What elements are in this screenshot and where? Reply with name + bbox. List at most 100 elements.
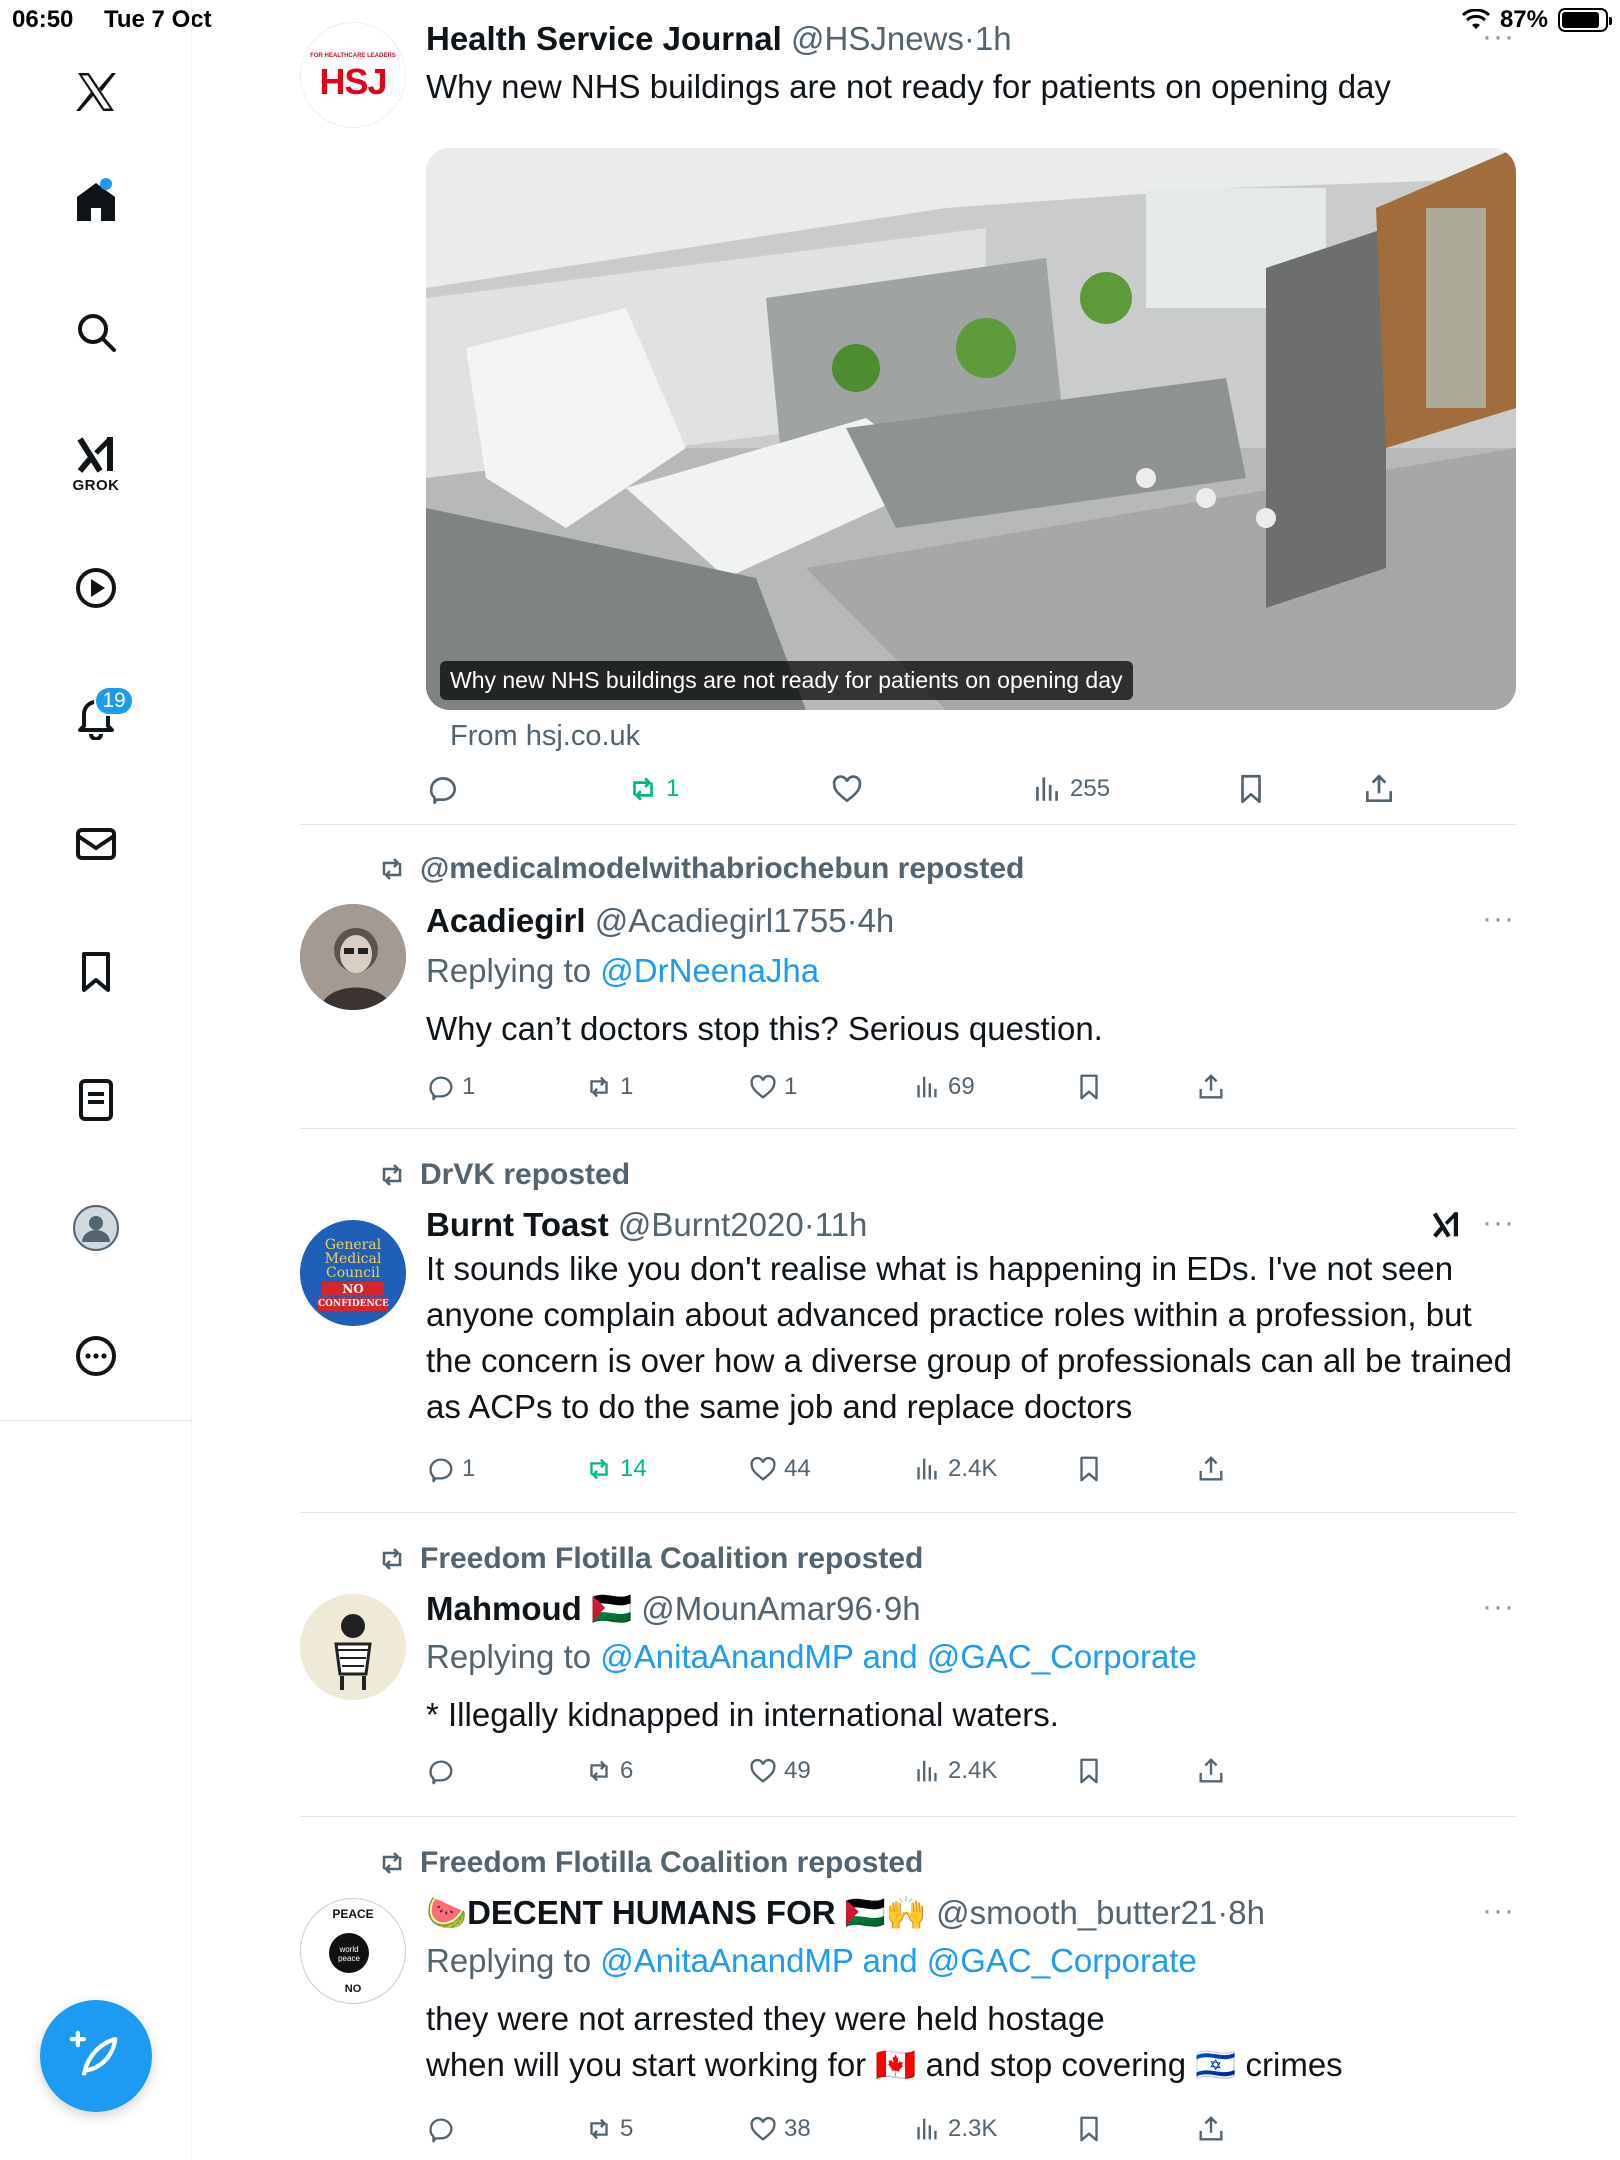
action-bar: 1 1 1 69	[426, 1072, 1286, 1116]
author-handle[interactable]: @smooth_butter21	[936, 1894, 1217, 1931]
like-count: 44	[784, 1455, 811, 1482]
avatar[interactable]	[300, 904, 406, 1010]
views-button[interactable]: 2.4K	[912, 1454, 997, 1484]
post-time: 1h	[974, 20, 1012, 57]
link-card[interactable]: Why new NHS buildings are not ready for …	[426, 148, 1516, 710]
avatar[interactable]: FOR HEALTHCARE LEADERS HSJ	[300, 22, 406, 128]
reply-target-link[interactable]: @AnitaAnandMP and @GAC_Corporate	[600, 1942, 1197, 1979]
sidebar-item-more[interactable]	[56, 1316, 136, 1396]
bookmark-button[interactable]	[1234, 772, 1268, 806]
heart-icon	[750, 2116, 776, 2141]
views-button[interactable]: 255	[1030, 772, 1110, 806]
repost-indicator[interactable]: DrVK reposted	[376, 1158, 630, 1192]
avatar[interactable]	[300, 1594, 406, 1700]
views-button[interactable]: 2.4K	[912, 1756, 997, 1786]
post-burnt-toast[interactable]: General Medical Council NO CONFIDENCE Bu…	[300, 1204, 1515, 1504]
author-name[interactable]: Acadiegirl	[426, 902, 586, 939]
post-acadiegirl[interactable]: Acadiegirl @Acadiegirl1755·4h ··· Replyi…	[300, 900, 1515, 1130]
sidebar-item-grok[interactable]: GROK	[56, 412, 136, 512]
reposted-by: @medicalmodelwithabriochebun reposted	[420, 852, 1025, 885]
x-logo-icon[interactable]	[56, 52, 136, 132]
repost-indicator[interactable]: @medicalmodelwithabriochebun reposted	[376, 852, 1024, 886]
avatar[interactable]: PEACE world peace NO	[300, 1898, 406, 2004]
repost-indicator[interactable]: Freedom Flotilla Coalition reposted	[376, 1542, 923, 1576]
like-button[interactable]: 44	[748, 1454, 811, 1484]
post-time: 8h	[1228, 1894, 1265, 1931]
post-decent-humans[interactable]: PEACE world peace NO 🍉DECENT HUMANS FOR …	[300, 1892, 1515, 2160]
share-button[interactable]	[1196, 1072, 1226, 1102]
bookmark-button[interactable]	[1074, 1756, 1104, 1786]
author-name[interactable]: Burnt Toast	[426, 1206, 609, 1243]
heart-icon	[750, 1456, 776, 1481]
bookmark-icon	[1080, 1456, 1098, 1482]
author-handle[interactable]: @Acadiegirl1755	[595, 902, 847, 939]
author-handle[interactable]: @Burnt2020	[618, 1206, 804, 1243]
divider	[300, 1816, 1515, 1817]
separator: ·	[872, 1590, 884, 1627]
share-button[interactable]	[1196, 1756, 1226, 1786]
author-handle[interactable]: @HSJnews	[791, 20, 964, 57]
share-button[interactable]	[1362, 772, 1396, 806]
repost-count: 1	[620, 1073, 634, 1100]
sidebar-item-messages[interactable]	[56, 804, 136, 884]
bookmark-button[interactable]	[1074, 1454, 1104, 1484]
sidebar-item-notifications[interactable]: 19	[56, 676, 136, 756]
reply-button[interactable]	[426, 772, 466, 806]
reply-target-link[interactable]: @AnitaAnandMP and @GAC_Corporate	[600, 1638, 1197, 1675]
bookmark-button[interactable]	[1074, 2114, 1104, 2144]
sidebar-item-video[interactable]	[56, 548, 136, 628]
reply-button[interactable]: 1	[426, 1072, 475, 1102]
more-options-icon[interactable]: ···	[1482, 1206, 1515, 1240]
hsj-logo-text: HSJ	[319, 61, 387, 102]
reply-button[interactable]: 1	[426, 1454, 475, 1484]
repost-button[interactable]: 5	[584, 2114, 633, 2144]
like-button[interactable]: 1	[748, 1072, 797, 1102]
repost-indicator[interactable]: Freedom Flotilla Coalition reposted	[376, 1846, 923, 1880]
like-button[interactable]	[830, 772, 870, 806]
author-handle[interactable]: @MounAmar96	[641, 1590, 873, 1627]
author-name[interactable]: Health Service Journal	[426, 20, 782, 57]
sidebar-item-bookmarks[interactable]	[56, 932, 136, 1012]
repost-button[interactable]: 1	[626, 772, 679, 806]
share-icon	[1199, 1456, 1223, 1481]
reply-button[interactable]	[426, 1756, 462, 1786]
card-source[interactable]: From hsj.co.uk	[450, 720, 640, 753]
like-button[interactable]: 49	[748, 1756, 811, 1786]
post-header: Acadiegirl @Acadiegirl1755·4h	[426, 900, 1515, 942]
post-mahmoud[interactable]: Mahmoud 🇵🇸 @MounAmar96·9h ··· Replying t…	[300, 1588, 1515, 1814]
more-options-icon[interactable]: ···	[1482, 1590, 1515, 1624]
repost-button[interactable]: 6	[584, 1756, 633, 1786]
compose-button[interactable]	[40, 2000, 152, 2112]
sidebar-item-home[interactable]	[56, 162, 136, 242]
post-content: Acadiegirl @Acadiegirl1755·4h ··· Replyi…	[426, 900, 1515, 1052]
divider	[300, 1128, 1515, 1129]
reply-count: 1	[462, 1455, 476, 1482]
share-button[interactable]	[1196, 2114, 1226, 2144]
author-name[interactable]: 🍉DECENT HUMANS FOR 🇵🇸🙌	[426, 1894, 927, 1931]
separator: ·	[803, 1206, 815, 1243]
grok-explain-icon[interactable]	[1429, 1208, 1463, 1242]
repost-button[interactable]: 1	[584, 1072, 633, 1102]
sidebar-item-profile[interactable]	[56, 1188, 136, 1268]
author-name[interactable]: Mahmoud 🇵🇸	[426, 1590, 632, 1627]
post-header: 🍉DECENT HUMANS FOR 🇵🇸🙌 @smooth_butter21 ·…	[426, 1892, 1515, 1934]
post-hsj[interactable]: FOR HEALTHCARE LEADERS HSJ Health Servic…	[300, 18, 1516, 824]
like-button[interactable]: 38	[748, 2114, 811, 2144]
avatar[interactable]: General Medical Council NO CONFIDENCE	[300, 1220, 406, 1326]
sidebar-item-lists[interactable]	[56, 1060, 136, 1140]
reply-target-link[interactable]: @DrNeenaJha	[600, 952, 819, 989]
post-time: 4h	[857, 902, 895, 939]
more-options-icon[interactable]: ···	[1482, 902, 1515, 936]
more-options-icon[interactable]: ···	[1482, 20, 1515, 54]
views-button[interactable]: 2.3K	[912, 2114, 997, 2144]
repost-button[interactable]: 14	[584, 1454, 647, 1484]
views-button[interactable]: 69	[912, 1072, 975, 1102]
more-options-icon[interactable]: ···	[1482, 1894, 1515, 1928]
share-button[interactable]	[1196, 1454, 1226, 1484]
views-icon	[917, 1076, 937, 1098]
bookmark-button[interactable]	[1074, 1072, 1104, 1102]
sidebar-divider	[0, 1420, 192, 1421]
reply-button[interactable]	[426, 2114, 462, 2144]
mail-icon	[76, 828, 116, 860]
sidebar-item-search[interactable]	[56, 292, 136, 372]
